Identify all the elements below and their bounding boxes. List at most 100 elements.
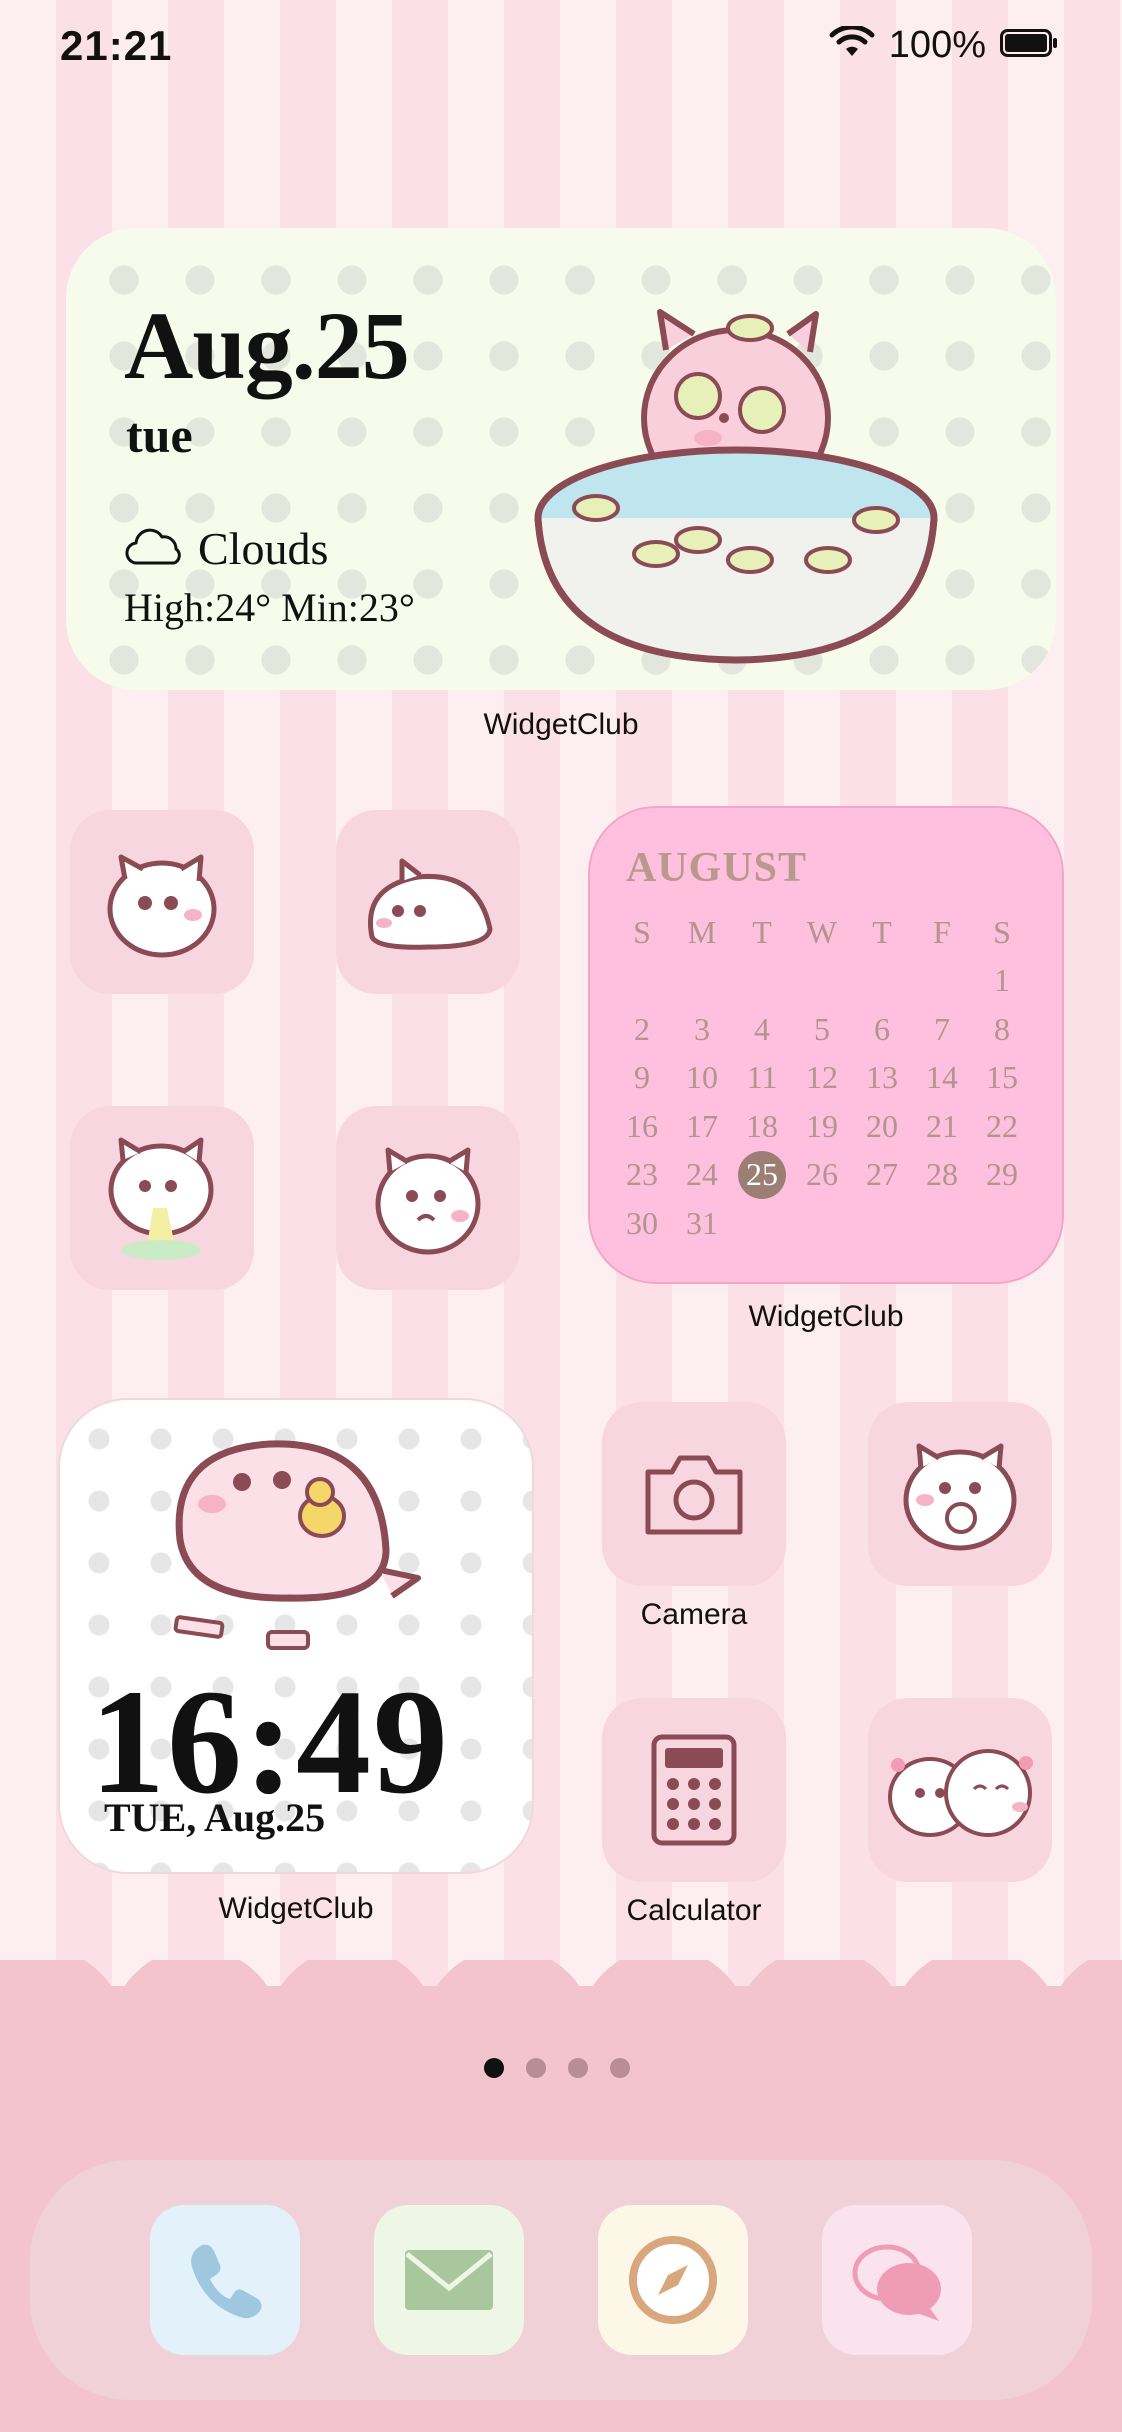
calendar-day [792,957,852,1006]
calendar-day: 29 [986,1156,1018,1193]
camera-icon [645,1455,743,1535]
weather-date: Aug.25 [124,292,410,399]
calendar-day: 16 [626,1107,658,1144]
calendar-day: 20 [866,1107,898,1144]
calendar-grid: S M T W T F S 1 2 3 4 5 6 7 8 9 10 11 12 13 14 15 16 17 18 19 20 21… [612,908,1032,1248]
calendar-day: 18 [746,1107,778,1144]
weather-temps: High:24° Min:23° [124,585,415,630]
calendar-day: 3 [694,1010,710,1047]
hamster-app-icon-2[interactable] [336,810,520,994]
calendar-day: 22 [986,1107,1018,1144]
calendar-month: AUGUST [626,845,808,891]
messages-icon [852,2244,941,2321]
clock-widget-label: WidgetClub [218,1892,374,1925]
scallop-border [0,1948,1122,2120]
dock [30,2160,1092,2400]
calculator-app-icon[interactable] [602,1698,786,1882]
hamster-app-icon-1[interactable] [70,810,254,994]
phone-dock-icon[interactable] [150,2205,300,2355]
calendar-day: 31 [686,1204,718,1241]
calendar-day [612,957,672,1006]
calendar-day [672,957,732,1006]
hamster-chick-illustration [150,1420,440,1665]
phone-icon [191,2244,262,2319]
calendar-day: 27 [866,1156,898,1193]
calendar-day [912,1199,972,1248]
calendar-day: 6 [874,1010,890,1047]
safari-icon [629,2236,717,2324]
calendar-weekday: M [687,913,717,950]
status-time: 21:21 [60,22,173,69]
calendar-day [852,957,912,1006]
page-dot[interactable] [484,2058,504,2078]
calendar-day: 25 [732,1150,792,1200]
weather-widget[interactable]: Aug.25 tue Clouds High:24° Min:23° [66,228,1056,690]
calculator-icon [651,1734,737,1846]
calendar-day: 24 [686,1156,718,1193]
calculator-app-label: Calculator [626,1894,762,1927]
calendar-day: 2 [634,1010,650,1047]
calendar-day [852,1199,912,1248]
calendar-day: 21 [926,1107,958,1144]
calendar-day: 17 [686,1107,718,1144]
calendar-day: 9 [634,1059,650,1096]
calendar-day [732,957,792,1006]
calendar-day: 10 [686,1059,718,1096]
mail-dock-icon[interactable] [374,2205,524,2355]
calendar-weekday: T [752,913,772,950]
weather-condition: Clouds [198,523,329,574]
hamster-rainbow-icon [108,1137,214,1260]
calendar-day: 15 [986,1059,1018,1096]
calendar-day: 7 [934,1010,950,1047]
hamster-pair-icon [888,1749,1033,1837]
calendar-day [792,1199,852,1248]
calendar-day [912,957,972,1006]
wifi-icon [829,24,875,65]
camera-app-icon[interactable] [602,1402,786,1586]
calendar-day: 5 [814,1010,830,1047]
hamster-sad-icon [375,1147,481,1255]
battery-percent: 100% [888,24,986,66]
page-indicator[interactable] [484,2058,630,2078]
calendar-weekday: S [633,913,651,950]
cloud-icon [124,525,186,572]
calendar-weekday: S [993,913,1011,950]
weather-day: tue [126,407,193,463]
mail-icon [405,2250,493,2310]
page-dot[interactable] [568,2058,588,2078]
calendar-weekday: T [872,913,892,950]
calendar-day: 13 [866,1059,898,1096]
hamster-app-icon-6[interactable] [868,1698,1052,1882]
weather-widget-label: WidgetClub [483,708,639,741]
calendar-weekday: W [806,913,838,950]
messages-dock-icon[interactable] [822,2205,972,2355]
calendar-day: 8 [994,1010,1010,1047]
weather-condition-row: Clouds [124,522,328,575]
calendar-day: 19 [806,1107,838,1144]
calendar-day [732,1199,792,1248]
calendar-day: 23 [626,1156,658,1193]
hamster-app-icon-3[interactable] [70,1106,254,1290]
clock-widget[interactable]: 16:49 TUE, Aug.25 [58,1398,534,1874]
hamster-app-icon-4[interactable] [336,1106,520,1290]
clock-date: TUE, Aug.25 [104,1795,326,1840]
safari-dock-icon[interactable] [598,2205,748,2355]
calendar-day: 4 [754,1010,770,1047]
page-dot[interactable] [526,2058,546,2078]
hamster-app-icon-5[interactable] [868,1402,1052,1586]
calendar-day: 28 [926,1156,958,1193]
calendar-day: 12 [806,1059,838,1096]
calendar-day: 26 [806,1156,838,1193]
battery-icon [1000,29,1058,62]
page-dot[interactable] [610,2058,630,2078]
calendar-day [972,1199,1032,1248]
calendar-day: 11 [746,1059,778,1096]
status-indicators: 100% [829,24,1058,67]
calendar-widget[interactable]: AUGUST S M T W T F S 1 2 3 4 5 6 7 8 9 10 11 12 13 14 15 16 17 1… [588,806,1064,1284]
calendar-widget-label: WidgetClub [748,1300,904,1333]
camera-app-label: Camera [640,1598,748,1631]
calendar-today: 25 [738,1150,786,1199]
calendar-day: 1 [994,962,1010,999]
hamster-cookie-icon [903,1443,1017,1551]
calendar-weekday: F [933,913,951,950]
